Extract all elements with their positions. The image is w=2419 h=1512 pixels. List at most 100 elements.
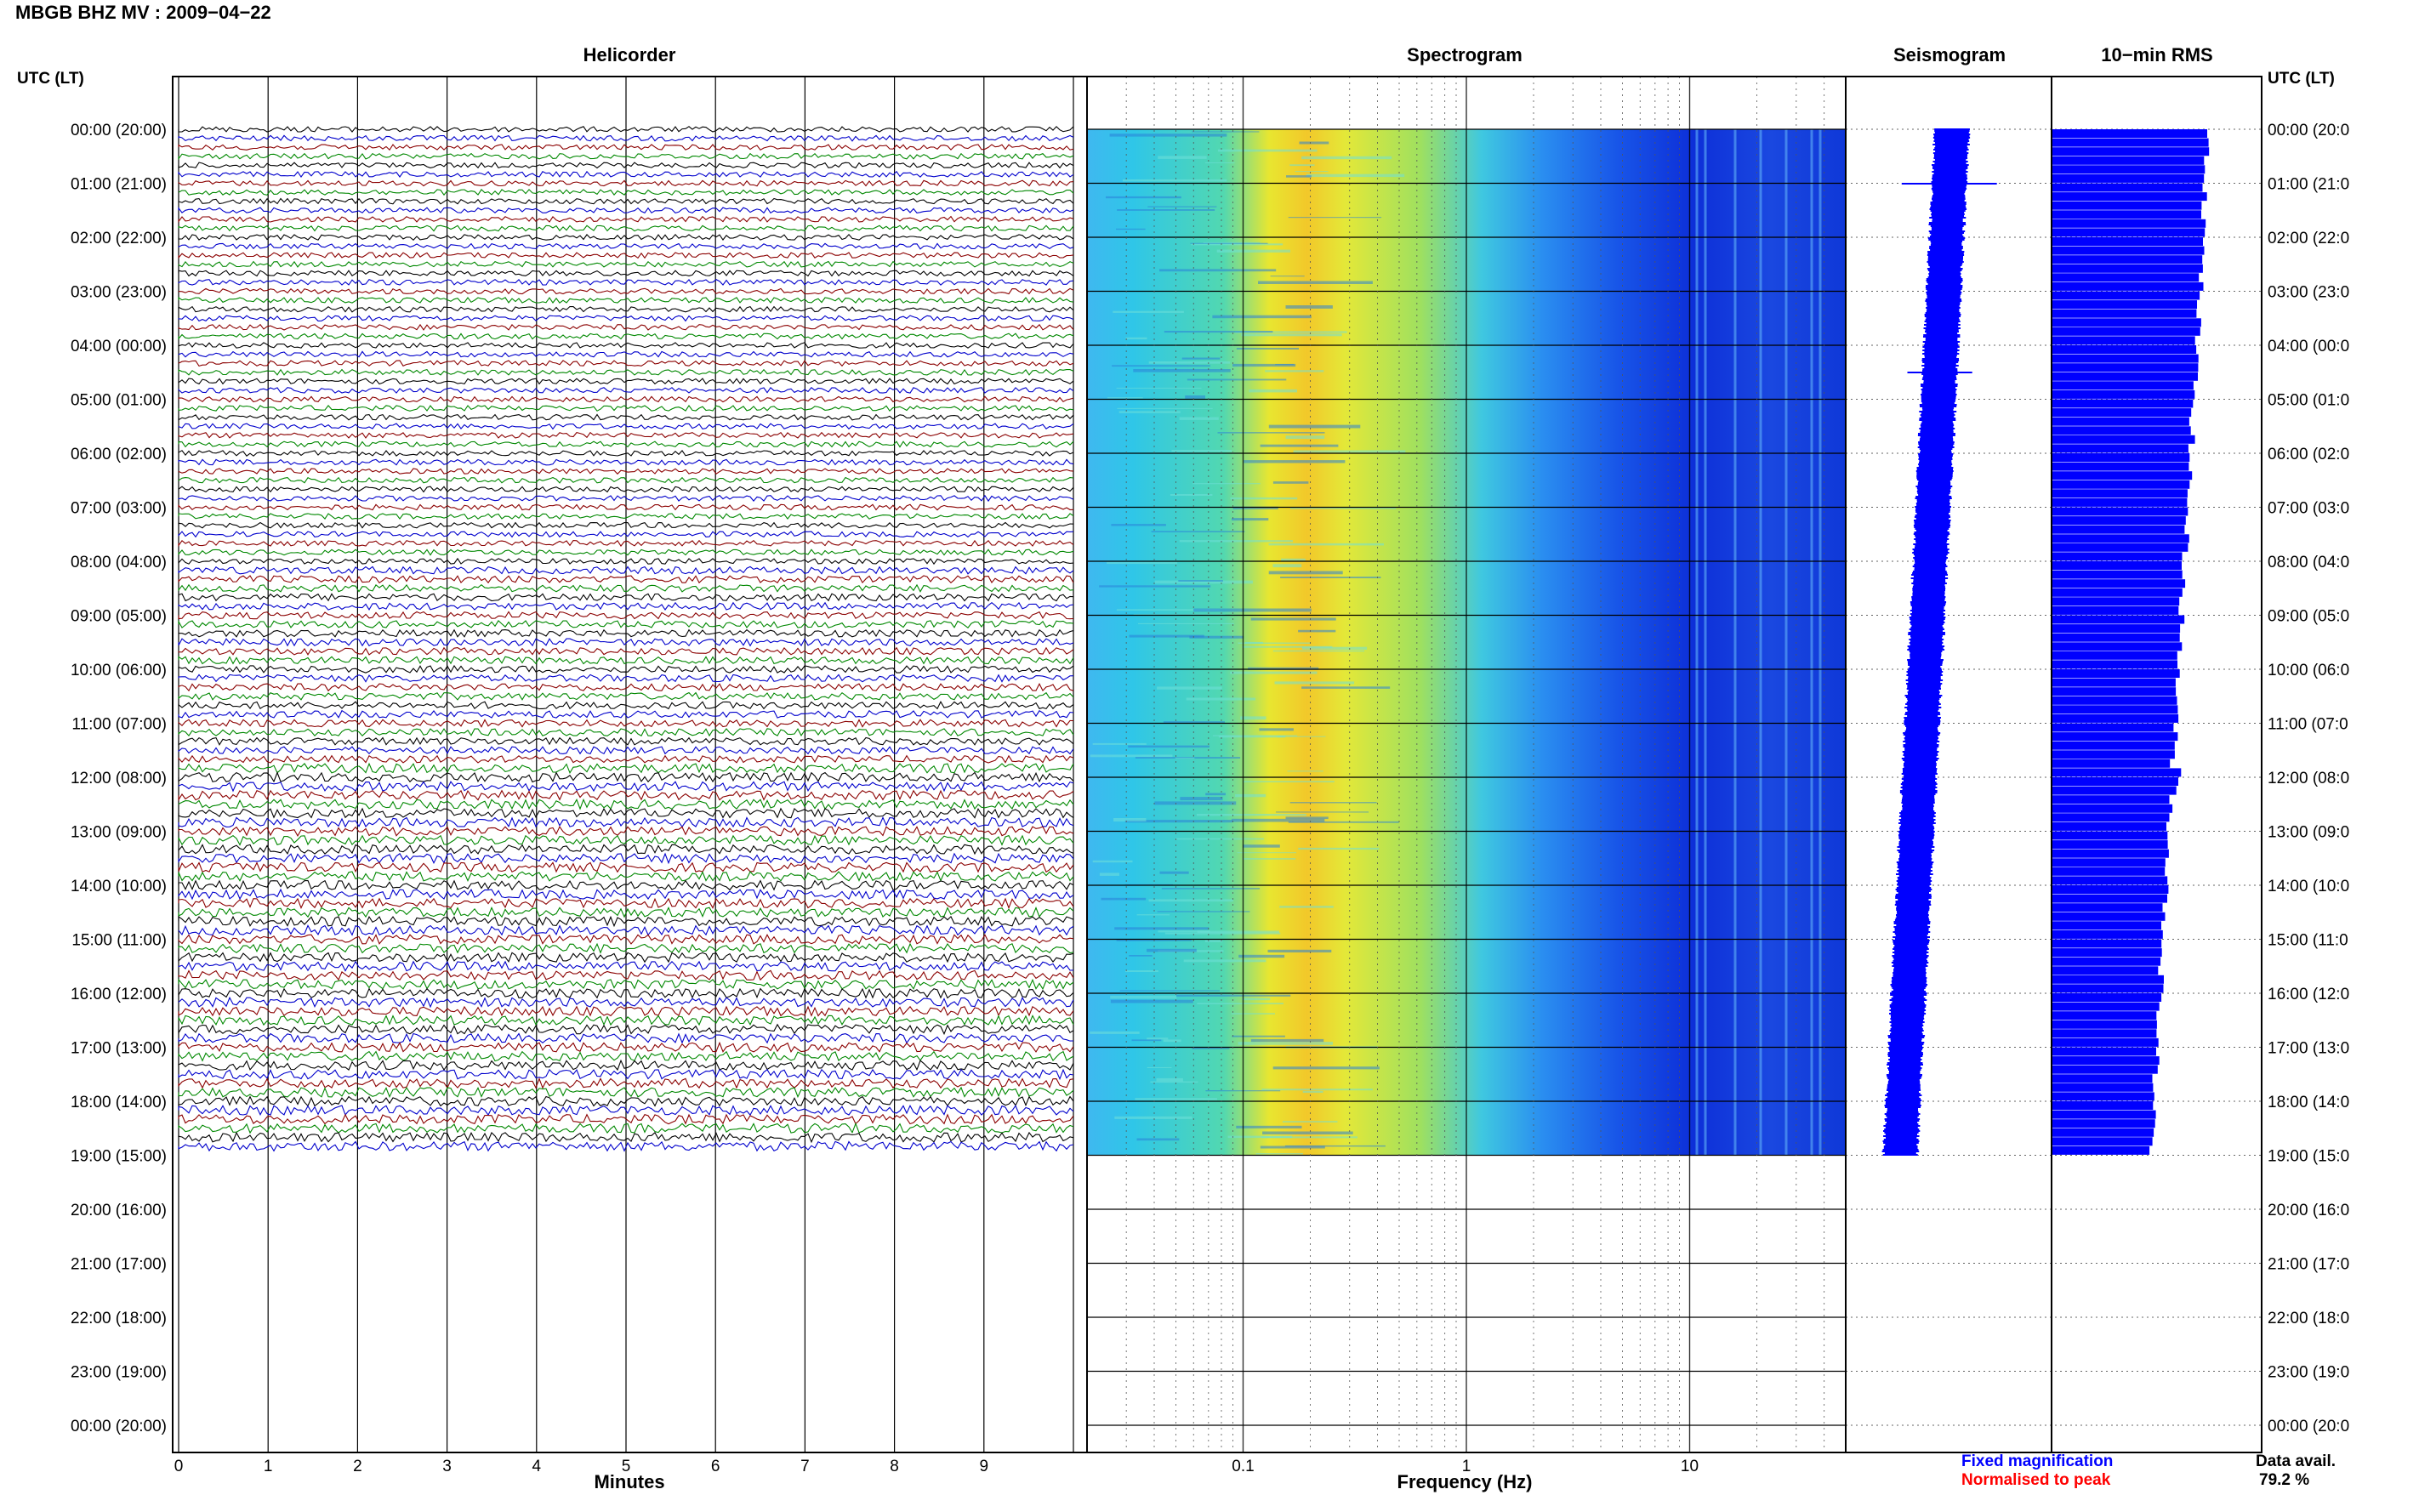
rms-bar: [2052, 462, 2189, 471]
page-title: MBGB BHZ MV : 2009−04−22: [15, 2, 271, 23]
rms-bar: [2052, 201, 2202, 210]
rms-bar: [2052, 1020, 2157, 1029]
minute-tick-label: 6: [711, 1458, 720, 1475]
left-axis-header: UTC (LT): [17, 70, 84, 88]
spectrogram-streak: [1161, 888, 1261, 890]
spectrogram-streak: [1238, 642, 1311, 644]
rms-bar: [2052, 417, 2189, 426]
spectrogram-streak: [1099, 585, 1211, 588]
spectrogram-streak: [1116, 228, 1146, 230]
rms-bar: [2052, 1092, 2154, 1101]
spectrogram-streak: [1090, 754, 1173, 758]
spectrogram-streak: [1099, 873, 1119, 876]
minute-tick-label: 0: [174, 1458, 184, 1475]
rms-bar: [2052, 354, 2199, 363]
rms-bar: [2052, 597, 2180, 606]
rms-bar: [2052, 713, 2179, 723]
spectrogram-streak: [1289, 164, 1315, 167]
hour-label-left: 23:00 (19:00): [71, 1364, 167, 1382]
hour-label-left: 22:00 (18:00): [71, 1310, 167, 1327]
spectrogram-streak: [1265, 370, 1324, 372]
rms-bar: [2052, 1145, 2150, 1155]
spectrogram-streak: [1232, 518, 1269, 521]
rms-bar: [2052, 588, 2183, 597]
spectrogram-streak: [1276, 811, 1369, 813]
spectrogram-streak: [1110, 999, 1193, 1003]
spectrogram-streak: [1244, 460, 1346, 463]
rms-bar: [2052, 480, 2190, 489]
minute-tick-label: 7: [800, 1458, 810, 1475]
rms-bar: [2052, 687, 2177, 696]
hour-label-right: 04:00 (00:0: [2268, 338, 2349, 355]
rms-bar: [2052, 984, 2164, 993]
spectrogram-streak: [1138, 622, 1234, 624]
rms-bar: [2052, 165, 2206, 174]
spectrogram-streak: [1261, 1089, 1373, 1091]
spectrogram-streak: [1197, 814, 1306, 816]
spectrogram-streak: [1148, 361, 1231, 364]
rms-bar: [2052, 1119, 2155, 1128]
hour-label-left: 16:00 (12:00): [71, 986, 167, 1003]
spectrogram-streak: [1175, 838, 1264, 840]
spectrogram-streak: [1301, 686, 1391, 689]
spectrogram-streak: [1230, 497, 1298, 500]
spectrogram-streak: [1187, 378, 1287, 381]
spectrogram-streak: [1218, 736, 1286, 738]
hour-label-right: 02:00 (22:0: [2268, 230, 2349, 247]
spectrogram-streak: [1122, 179, 1227, 182]
seismogram-title: Seismogram: [1893, 44, 2006, 65]
hour-label-right: 10:00 (06:0: [2268, 662, 2349, 679]
spectrogram-streak: [1268, 424, 1361, 429]
hour-label-left: 00:00 (20:00): [71, 122, 167, 139]
spectrogram-streak: [1150, 1081, 1198, 1083]
spectrogram-streak: [1128, 745, 1210, 748]
minutes-axis-label: Minutes: [594, 1471, 664, 1492]
spectrogram-streak: [1119, 990, 1220, 992]
rms-bar: [2052, 264, 2203, 273]
rms-bar: [2052, 1056, 2160, 1066]
rms-bar: [2052, 372, 2198, 381]
minute-tick-label: 2: [353, 1458, 362, 1475]
rms-bar: [2052, 129, 2207, 138]
right-axis-header: UTC (LT): [2268, 70, 2335, 88]
rms-bar: [2052, 173, 2205, 183]
legend-fixed-magnification: Fixed magnification: [1961, 1452, 2113, 1470]
spectrogram-streak: [1136, 914, 1170, 916]
spectrogram-streak: [1212, 315, 1312, 319]
spectrogram-streak: [1154, 801, 1237, 805]
rms-bar: [2052, 929, 2163, 939]
spectrogram-streak: [1117, 209, 1215, 211]
rms-bar: [2052, 336, 2195, 345]
spectrogram-streak: [1242, 998, 1271, 1001]
hour-label-left: 09:00 (05:00): [71, 608, 167, 626]
rms-bar: [2052, 849, 2169, 858]
rms-bar: [2052, 210, 2201, 219]
rms-bar: [2052, 579, 2186, 588]
spectrogram-streak: [1298, 847, 1380, 850]
spectrogram-streak: [1260, 444, 1339, 447]
rms-bar: [2052, 1047, 2156, 1056]
spectrogram-streak: [1238, 1042, 1333, 1045]
rms-bar: [2052, 1065, 2158, 1074]
rms-bar: [2052, 660, 2177, 669]
rms-bar: [2052, 975, 2164, 984]
hour-label-right: 20:00 (16:0: [2268, 1202, 2349, 1219]
spectrogram-streak: [1285, 305, 1333, 309]
rms-bar: [2052, 1002, 2160, 1011]
rms-bar: [2052, 426, 2191, 435]
spectrogram-streak: [1112, 365, 1210, 367]
rms-bar: [2052, 489, 2188, 498]
rms-bar: [2052, 1128, 2154, 1137]
rms-bar: [2052, 795, 2170, 804]
spectrogram-streak: [1243, 781, 1335, 782]
spectrogram-streak: [1107, 561, 1178, 565]
spectrogram-streak: [1159, 871, 1189, 874]
hour-label-right: 21:00 (17:0: [2268, 1256, 2349, 1274]
rms-bar: [2052, 903, 2163, 912]
rms-bar: [2052, 255, 2203, 264]
hour-label-left: 15:00 (11:00): [71, 932, 167, 950]
spectrogram-streak: [1279, 906, 1334, 908]
hour-label-right: 17:00 (13:0: [2268, 1040, 2349, 1058]
spectrogram-streak: [1216, 249, 1290, 253]
spectrogram-streak: [1117, 407, 1213, 409]
